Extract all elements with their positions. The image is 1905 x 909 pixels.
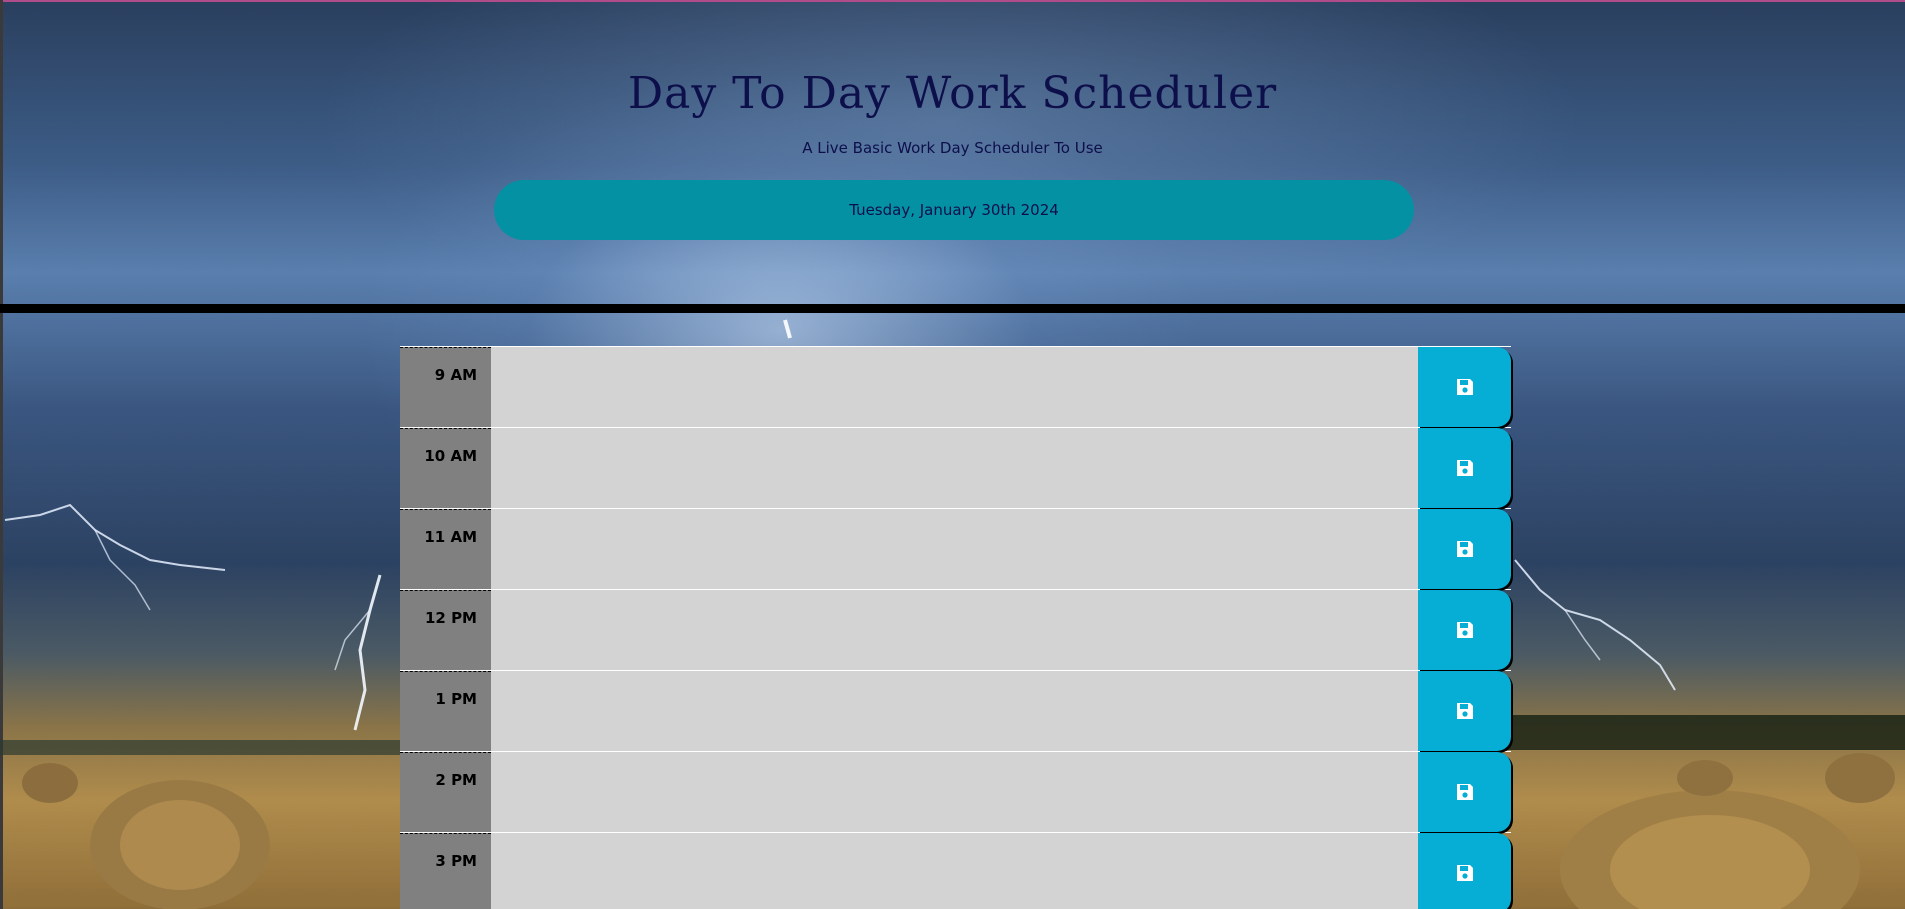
event-description-input[interactable] <box>491 590 1418 670</box>
time-block-11am: 11 AM <box>400 509 1511 590</box>
save-button[interactable] <box>1418 347 1511 427</box>
event-description-input[interactable] <box>491 671 1418 751</box>
time-block-2pm: 2 PM <box>400 752 1511 833</box>
hour-label: 9 AM <box>400 347 491 427</box>
floppy-disk-icon <box>1456 541 1473 557</box>
event-description-input[interactable] <box>491 347 1418 427</box>
page-subtitle: A Live Basic Work Day Scheduler To Use <box>802 139 1103 157</box>
hour-label: 10 AM <box>400 428 491 508</box>
floppy-disk-icon <box>1456 460 1473 476</box>
header: Day To Day Work Scheduler A Live Basic W… <box>0 0 1905 304</box>
save-button[interactable] <box>1418 752 1511 832</box>
event-description-input[interactable] <box>491 509 1418 589</box>
event-description-input[interactable] <box>491 428 1418 508</box>
floppy-disk-icon <box>1456 865 1473 881</box>
time-block-9am: 9 AM <box>400 347 1511 428</box>
hour-label: 3 PM <box>400 833 491 909</box>
save-button[interactable] <box>1418 590 1511 670</box>
time-block-12pm: 12 PM <box>400 590 1511 671</box>
event-description-input[interactable] <box>491 833 1418 909</box>
time-block-3pm: 3 PM <box>400 833 1511 909</box>
floppy-disk-icon <box>1456 703 1473 719</box>
hour-label: 11 AM <box>400 509 491 589</box>
save-button[interactable] <box>1418 671 1511 751</box>
current-date-display: Tuesday, January 30th 2024 <box>494 180 1414 240</box>
save-button[interactable] <box>1418 833 1511 909</box>
floppy-disk-icon <box>1456 379 1473 395</box>
hour-label: 1 PM <box>400 671 491 751</box>
time-block-1pm: 1 PM <box>400 671 1511 752</box>
save-button[interactable] <box>1418 428 1511 508</box>
schedule-container: 9 AM 10 AM 11 AM 12 PM 1 PM 2 PM 3 PM <box>400 346 1511 909</box>
save-button[interactable] <box>1418 509 1511 589</box>
floppy-disk-icon <box>1456 784 1473 800</box>
hour-label: 12 PM <box>400 590 491 670</box>
floppy-disk-icon <box>1456 622 1473 638</box>
page-title: Day To Day Work Scheduler <box>627 68 1278 119</box>
event-description-input[interactable] <box>491 752 1418 832</box>
hour-label: 2 PM <box>400 752 491 832</box>
time-block-10am: 10 AM <box>400 428 1511 509</box>
header-divider <box>0 304 1905 313</box>
